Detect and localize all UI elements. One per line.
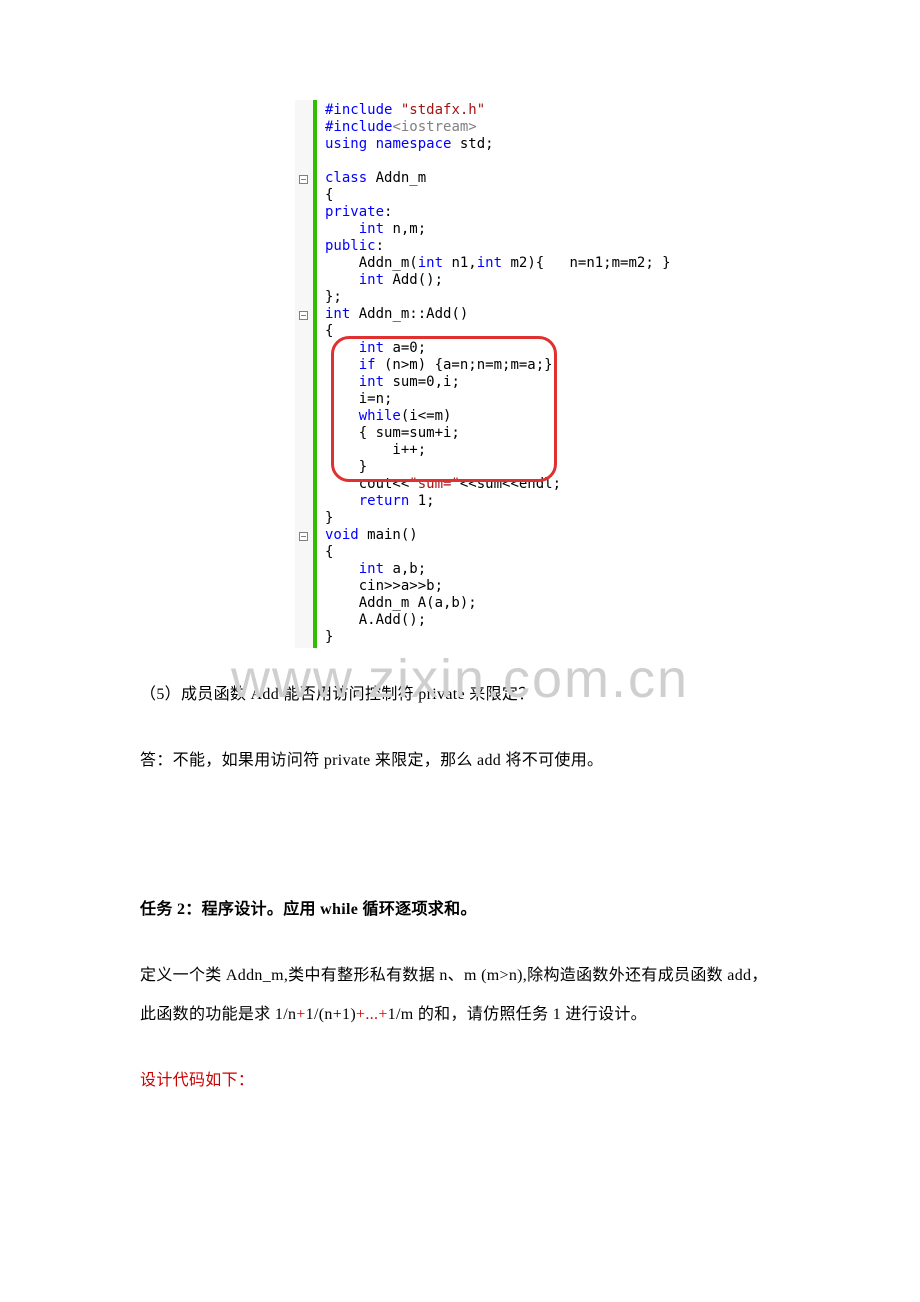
fold-icon	[299, 532, 308, 541]
task-2-heading: 任务 2：程序设计。应用 while 循环逐项求和。	[140, 891, 780, 929]
code-block: #include "stdafx.h" #include<iostream> u…	[295, 100, 655, 648]
highlight-annotation	[331, 336, 557, 482]
text: 1/m 的和，请仿照任务 1 进行设计。	[388, 1006, 647, 1023]
question-5: （5）成员函数 Add 能否用访问控制符 private 来限定？	[140, 676, 780, 714]
answer-5: 答：不能，如果用访问符 private 来限定，那么 add 将不可使用。	[140, 742, 780, 780]
document-page: #include "stdafx.h" #include<iostream> u…	[0, 0, 920, 1160]
fold-icon	[299, 311, 308, 320]
code-change-bar	[313, 100, 317, 648]
text-red: +...+	[356, 1006, 388, 1023]
fold-icon	[299, 175, 308, 184]
task-2-body: 定义一个类 Addn_m,类中有整形私有数据 n、m (m>n),除构造函数外还…	[140, 957, 780, 1034]
text-red: +	[296, 1006, 305, 1023]
text: 1/(n+1)	[306, 1006, 356, 1023]
design-code-label: 设计代码如下：	[140, 1062, 780, 1100]
